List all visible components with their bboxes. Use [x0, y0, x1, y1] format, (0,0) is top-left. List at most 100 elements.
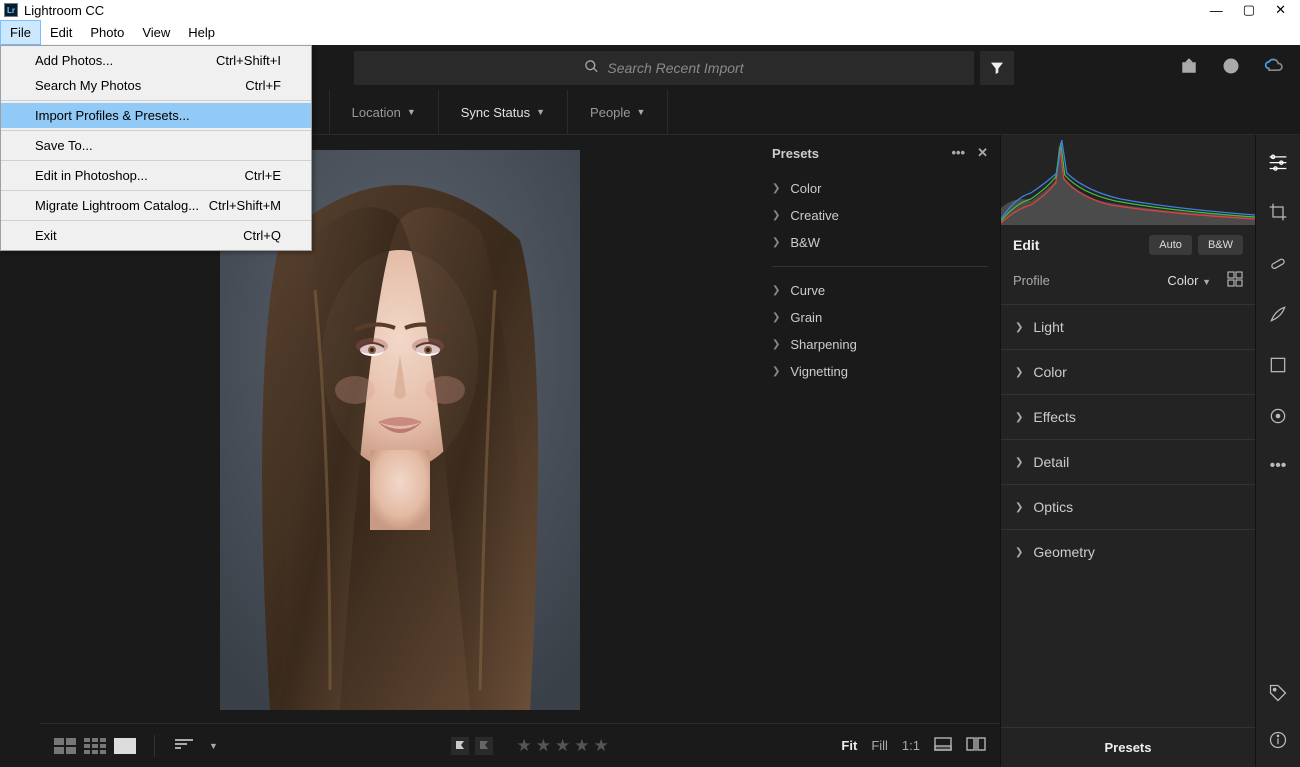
menubar: File Edit Photo View Help — [0, 20, 1300, 45]
histogram[interactable] — [1001, 135, 1255, 225]
edit-section-color[interactable]: ❯Color — [1001, 349, 1255, 394]
chevron-right-icon: ❯ — [1015, 547, 1023, 558]
chevron-right-icon: ❯ — [772, 339, 780, 350]
preset-grain[interactable]: ❯Grain — [772, 304, 988, 331]
search-icon — [584, 59, 599, 77]
star-rating[interactable]: ★★★★★ — [517, 736, 609, 756]
edit-section-detail[interactable]: ❯Detail — [1001, 439, 1255, 484]
app-logo-icon: Lr — [4, 3, 18, 17]
grid-2-view-icon[interactable] — [54, 738, 76, 754]
chevron-right-icon: ❯ — [772, 210, 780, 221]
search-input[interactable]: Search Recent Import — [354, 51, 974, 85]
presets-footer-button[interactable]: Presets — [1001, 727, 1255, 767]
chevron-right-icon: ❯ — [772, 237, 780, 248]
preset-bw[interactable]: ❯B&W — [772, 229, 988, 256]
filter-sync-status[interactable]: Sync Status▼ — [439, 90, 568, 134]
adjust-tool-icon[interactable] — [1268, 151, 1288, 174]
chevron-right-icon: ❯ — [772, 366, 780, 377]
search-placeholder: Search Recent Import — [607, 60, 743, 76]
close-icon[interactable]: ✕ — [1275, 2, 1286, 18]
presets-close-icon[interactable]: ✕ — [977, 145, 988, 161]
chevron-down-icon: ▼ — [536, 107, 545, 117]
chevron-right-icon: ❯ — [1015, 367, 1023, 378]
chevron-right-icon: ❯ — [772, 183, 780, 194]
brush-tool-icon[interactable] — [1268, 304, 1288, 327]
menu-edit[interactable]: Edit — [41, 21, 81, 44]
grid-small-view-icon[interactable] — [84, 738, 106, 754]
linear-gradient-tool-icon[interactable] — [1268, 355, 1288, 378]
edit-section-optics[interactable]: ❯Optics — [1001, 484, 1255, 529]
menu-file[interactable]: File — [0, 20, 41, 45]
filter-people[interactable]: People▼ — [568, 90, 668, 134]
flag-rejected-icon[interactable] — [475, 737, 493, 755]
auto-button[interactable]: Auto — [1149, 235, 1192, 255]
cloud-sync-icon[interactable] — [1264, 56, 1284, 79]
menu-help[interactable]: Help — [179, 21, 224, 44]
menu-view[interactable]: View — [133, 21, 179, 44]
file-edit-in-photoshop[interactable]: Edit in Photoshop...Ctrl+E — [1, 163, 311, 188]
menu-separator — [1, 100, 311, 101]
help-icon[interactable] — [1222, 57, 1240, 78]
profile-grid-icon[interactable] — [1227, 271, 1243, 290]
flag-picked-icon[interactable] — [451, 737, 469, 755]
healing-tool-icon[interactable] — [1268, 253, 1288, 276]
chevron-right-icon: ❯ — [772, 285, 780, 296]
file-search-photos[interactable]: Search My PhotosCtrl+F — [1, 73, 311, 98]
bw-button[interactable]: B&W — [1198, 235, 1243, 255]
chevron-down-icon: ▼ — [637, 107, 646, 117]
crop-tool-icon[interactable] — [1268, 202, 1288, 225]
info-icon[interactable] — [1268, 730, 1288, 753]
profile-dropdown[interactable]: Color ▼ — [1167, 273, 1211, 288]
zoom-fill[interactable]: Fill — [871, 738, 888, 753]
maximize-icon[interactable]: ▢ — [1243, 2, 1255, 18]
zoom-fit[interactable]: Fit — [841, 738, 857, 753]
file-menu-dropdown: Add Photos...Ctrl+Shift+I Search My Phot… — [0, 45, 312, 251]
file-save-to[interactable]: Save To... — [1, 133, 311, 158]
chevron-down-icon: ▼ — [407, 107, 416, 117]
preset-vignetting[interactable]: ❯Vignetting — [772, 358, 988, 385]
edit-panel: Edit Auto B&W Profile Color ▼ ❯Light ❯Co… — [1000, 135, 1255, 767]
preset-creative[interactable]: ❯Creative — [772, 202, 988, 229]
preset-color[interactable]: ❯Color — [772, 175, 988, 202]
minimize-icon[interactable]: — — [1210, 3, 1223, 18]
chevron-right-icon: ❯ — [1015, 322, 1023, 333]
edit-title: Edit — [1013, 237, 1039, 253]
file-import-profiles-presets[interactable]: Import Profiles & Presets... — [1, 103, 311, 128]
single-view-icon[interactable] — [114, 738, 136, 754]
share-icon[interactable] — [1180, 57, 1198, 78]
file-exit[interactable]: ExitCtrl+Q — [1, 223, 311, 248]
filter-button[interactable] — [980, 51, 1014, 85]
menu-separator — [1, 190, 311, 191]
preset-sharpening[interactable]: ❯Sharpening — [772, 331, 988, 358]
preset-curve[interactable]: ❯Curve — [772, 277, 988, 304]
chevron-right-icon: ❯ — [772, 312, 780, 323]
file-migrate-catalog[interactable]: Migrate Lightroom Catalog...Ctrl+Shift+M — [1, 193, 311, 218]
bottom-bar: ▼ ★★★★★ Fit Fill 1:1 — [40, 723, 1000, 767]
menu-photo[interactable]: Photo — [81, 21, 133, 44]
edit-section-light[interactable]: ❯Light — [1001, 304, 1255, 349]
zoom-1to1[interactable]: 1:1 — [902, 738, 920, 753]
right-toolstrip: ••• — [1255, 135, 1300, 767]
filter-location[interactable]: Location▼ — [330, 90, 439, 134]
edit-section-effects[interactable]: ❯Effects — [1001, 394, 1255, 439]
radial-gradient-tool-icon[interactable] — [1268, 406, 1288, 429]
chevron-right-icon: ❯ — [1015, 502, 1023, 513]
presets-more-icon[interactable]: ••• — [951, 145, 965, 161]
edit-section-geometry[interactable]: ❯Geometry — [1001, 529, 1255, 574]
profile-label: Profile — [1013, 273, 1050, 288]
filmstrip-toggle-icon[interactable] — [934, 737, 952, 754]
chevron-down-icon[interactable]: ▼ — [209, 741, 218, 751]
more-tools-icon[interactable]: ••• — [1270, 457, 1287, 475]
sort-icon[interactable] — [173, 737, 195, 754]
chevron-right-icon: ❯ — [1015, 412, 1023, 423]
tag-icon[interactable] — [1268, 683, 1288, 706]
menu-separator — [1, 130, 311, 131]
menu-separator — [1, 160, 311, 161]
menu-separator — [1, 220, 311, 221]
presets-panel: Presets ••• ✕ ❯Color ❯Creative ❯B&W ❯Cur… — [760, 135, 1000, 767]
app-title: Lightroom CC — [24, 3, 104, 18]
chevron-right-icon: ❯ — [1015, 457, 1023, 468]
compare-view-icon[interactable] — [966, 737, 986, 754]
file-add-photos[interactable]: Add Photos...Ctrl+Shift+I — [1, 48, 311, 73]
presets-title: Presets — [772, 146, 819, 161]
